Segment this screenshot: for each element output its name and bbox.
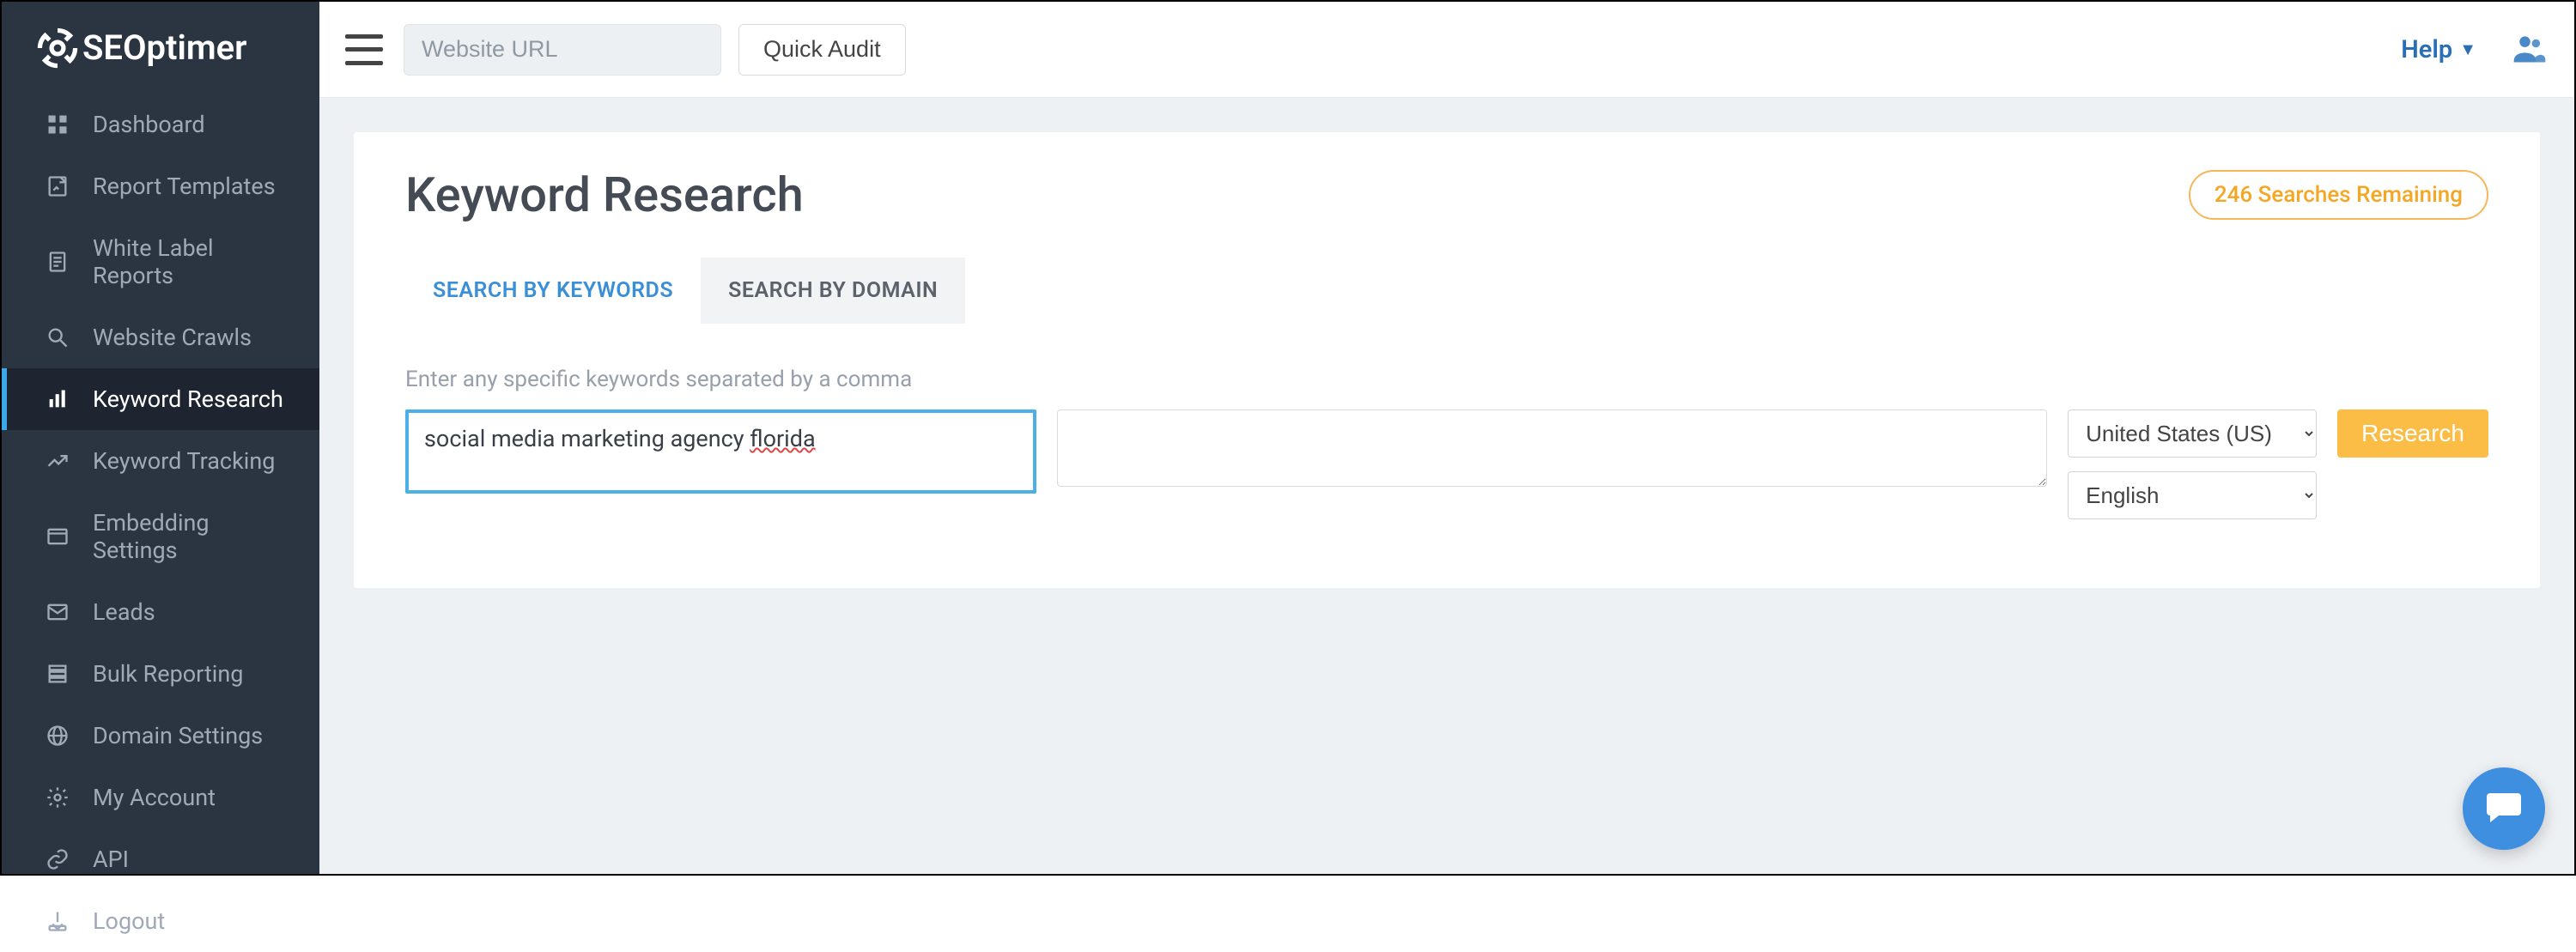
sidebar-item-logout[interactable]: Logout bbox=[2, 890, 319, 952]
bar-chart-icon bbox=[45, 386, 70, 412]
research-button[interactable]: Research bbox=[2337, 409, 2488, 458]
sidebar-item-label: Report Templates bbox=[93, 173, 276, 200]
help-dropdown[interactable]: Help ▼ bbox=[2401, 35, 2476, 64]
dashboard-icon bbox=[45, 112, 70, 137]
keywords-overflow-area[interactable] bbox=[1057, 409, 2047, 487]
document-icon bbox=[45, 249, 70, 275]
sidebar-item-domain-settings[interactable]: Domain Settings bbox=[2, 705, 319, 767]
page-title: Keyword Research bbox=[405, 167, 804, 223]
sidebar-item-white-label-reports[interactable]: White Label Reports bbox=[2, 217, 319, 306]
chat-icon bbox=[2483, 786, 2524, 831]
searches-remaining-badge: 246 Searches Remaining bbox=[2189, 170, 2488, 220]
language-select[interactable]: English bbox=[2068, 471, 2317, 519]
stack-icon bbox=[45, 661, 70, 687]
sidebar-item-dashboard[interactable]: Dashboard bbox=[2, 94, 319, 155]
sidebar-item-label: Logout bbox=[93, 907, 165, 935]
sidebar-item-label: Keyword Tracking bbox=[93, 447, 275, 475]
link-icon bbox=[45, 846, 70, 872]
logo-icon bbox=[45, 35, 70, 61]
sidebar-item-label: Dashboard bbox=[93, 111, 205, 138]
magnifier-icon bbox=[45, 324, 70, 350]
keywords-input[interactable]: social media marketing agency florida bbox=[412, 416, 1030, 487]
sidebar-item-bulk-reporting[interactable]: Bulk Reporting bbox=[2, 643, 319, 705]
topbar: Quick Audit Help ▼ bbox=[319, 2, 2574, 98]
help-label: Help bbox=[2401, 35, 2452, 64]
sidebar-item-label: White Label Reports bbox=[93, 234, 285, 289]
brand-name: SEOptimer bbox=[82, 27, 247, 68]
sidebar-item-keyword-tracking[interactable]: Keyword Tracking bbox=[2, 430, 319, 492]
sidebar-item-label: Leads bbox=[93, 598, 155, 626]
sidebar-item-leads[interactable]: Leads bbox=[2, 581, 319, 643]
tab-search-by-keywords[interactable]: SEARCH BY KEYWORDS bbox=[405, 258, 701, 324]
nav-list: Dashboard Report Templates White Label Rep… bbox=[2, 94, 319, 952]
country-select[interactable]: United States (US) bbox=[2068, 409, 2317, 458]
sidebar-item-label: API bbox=[93, 846, 129, 873]
tabs: SEARCH BY KEYWORDS SEARCH BY DOMAIN bbox=[405, 258, 2488, 324]
sidebar-item-my-account[interactable]: My Account bbox=[2, 767, 319, 828]
panel: Keyword Research 246 Searches Remaining … bbox=[354, 132, 2540, 588]
keywords-input-highlight: social media marketing agency florida bbox=[405, 409, 1036, 494]
form-hint: Enter any specific keywords separated by… bbox=[405, 367, 2488, 392]
quick-audit-button[interactable]: Quick Audit bbox=[738, 24, 906, 76]
template-icon bbox=[45, 173, 70, 199]
sidebar: SEOptimer Dashboard Report Templates White… bbox=[2, 2, 319, 874]
sidebar-item-keyword-research[interactable]: Keyword Research bbox=[2, 368, 319, 430]
gear-icon bbox=[45, 785, 70, 810]
users-icon[interactable] bbox=[2511, 29, 2549, 70]
sidebar-item-label: Website Crawls bbox=[93, 324, 252, 351]
sidebar-item-api[interactable]: API bbox=[2, 828, 319, 890]
mail-icon bbox=[45, 599, 70, 625]
keywords-text-prefix: social media marketing agency bbox=[424, 425, 750, 452]
menu-toggle-button[interactable] bbox=[345, 34, 383, 65]
sidebar-item-label: Bulk Reporting bbox=[93, 660, 243, 688]
sidebar-item-website-crawls[interactable]: Website Crawls bbox=[2, 306, 319, 368]
sidebar-item-label: My Account bbox=[93, 784, 216, 811]
trend-icon bbox=[45, 448, 70, 474]
sidebar-item-report-templates[interactable]: Report Templates bbox=[2, 155, 319, 217]
globe-icon bbox=[45, 723, 70, 749]
chat-launcher-button[interactable] bbox=[2463, 767, 2545, 850]
sidebar-item-label: Domain Settings bbox=[93, 722, 263, 749]
brand-logo[interactable]: SEOptimer bbox=[2, 2, 319, 94]
embed-icon bbox=[45, 524, 70, 549]
sidebar-item-embedding-settings[interactable]: Embedding Settings bbox=[2, 492, 319, 581]
caret-down-icon: ▼ bbox=[2459, 39, 2476, 60]
tab-search-by-domain[interactable]: SEARCH BY DOMAIN bbox=[701, 258, 965, 324]
main: Quick Audit Help ▼ Keyword Research 246 … bbox=[319, 2, 2574, 874]
sidebar-item-label: Embedding Settings bbox=[93, 509, 285, 564]
keywords-text-wavy: florida bbox=[750, 425, 815, 452]
sidebar-item-label: Keyword Research bbox=[93, 385, 283, 413]
website-url-input[interactable] bbox=[404, 24, 721, 76]
logout-icon bbox=[45, 908, 70, 934]
